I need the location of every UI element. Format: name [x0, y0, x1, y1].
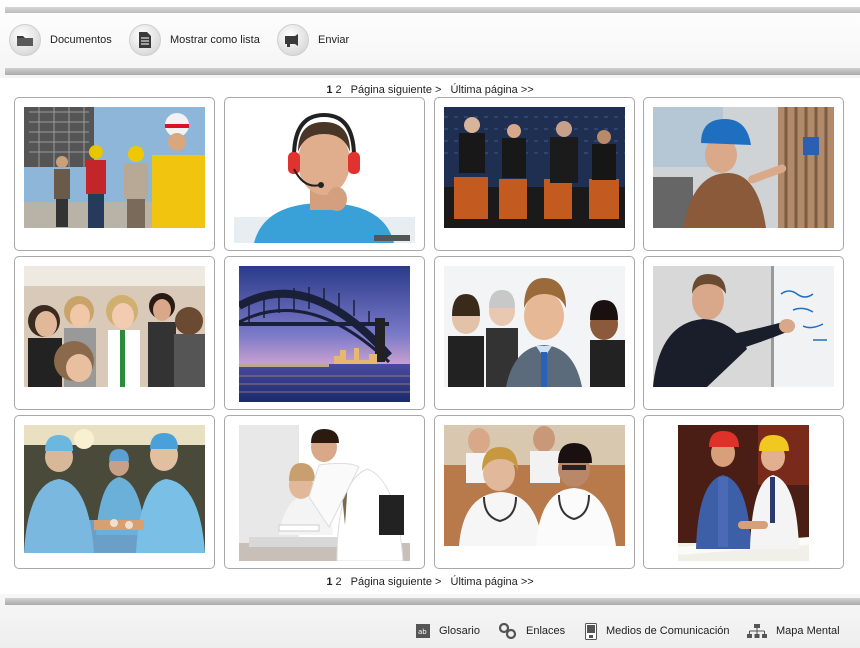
students-group-image: [24, 266, 205, 387]
show-as-list-label: Mostrar como lista: [170, 34, 260, 46]
thumbnail-card[interactable]: [14, 256, 215, 410]
thumbnail-card[interactable]: [643, 256, 844, 410]
media-link[interactable]: Medios de Comunicación: [585, 622, 730, 640]
construction-workers-image: [24, 107, 205, 228]
send-icon: [277, 24, 309, 56]
mindmap-label: Mapa Mental: [776, 625, 840, 637]
bottom-divider: [5, 598, 860, 605]
toolbar-bottom-divider: [5, 68, 860, 75]
hardhat-worker-image: [653, 107, 834, 228]
svg-text:ab: ab: [418, 628, 427, 636]
page-2-link[interactable]: 2: [335, 84, 341, 96]
thumbnail-card[interactable]: [643, 415, 844, 569]
page-2-link[interactable]: 2: [335, 576, 341, 588]
send-button[interactable]: Enviar: [277, 24, 349, 56]
mindmap-icon: [747, 624, 767, 638]
glossary-link[interactable]: ab Glosario: [416, 622, 480, 640]
business-team-image: [444, 266, 625, 387]
page-current: 1: [326, 576, 333, 588]
media-icon: [585, 622, 597, 640]
panel-speakers-image: [444, 107, 625, 228]
documents-button[interactable]: Documentos: [9, 24, 112, 56]
thumbnail-card[interactable]: [224, 415, 425, 569]
show-as-list-button[interactable]: Mostrar como lista: [129, 24, 260, 56]
glossary-label: Glosario: [439, 625, 480, 637]
thumbnail-card[interactable]: [224, 97, 425, 251]
thumbnail-card[interactable]: [434, 256, 635, 410]
headset-man-image: [234, 107, 415, 243]
thumbnail-card[interactable]: [434, 97, 635, 251]
bottom-toolbar: ab Glosario Enlaces Medios de Comunicaci…: [0, 594, 860, 648]
whiteboard-man-image: [653, 266, 834, 387]
thumbnail-card[interactable]: [14, 415, 215, 569]
last-page-link[interactable]: Última página >>: [451, 576, 534, 588]
last-page-link[interactable]: Última página >>: [451, 84, 534, 96]
next-page-link[interactable]: Página siguiente >: [351, 84, 442, 96]
surgeons-image: [24, 425, 205, 553]
top-toolbar: Documentos Mostrar como lista Enviar: [0, 0, 860, 78]
send-label: Enviar: [318, 34, 350, 46]
doctors-image: [444, 425, 625, 546]
thumbnail-card[interactable]: [434, 415, 635, 569]
document-list-icon: [129, 24, 161, 56]
page-current: 1: [326, 84, 333, 96]
toolbar-top-divider: [5, 7, 860, 13]
media-label: Medios de Comunicación: [606, 625, 730, 637]
links-icon: [499, 623, 517, 639]
thumbnail-card[interactable]: [224, 256, 425, 410]
next-page-link[interactable]: Página siguiente >: [351, 576, 442, 588]
office-help-image: [239, 425, 410, 561]
thumbnail-grid: [14, 97, 846, 571]
pagination-top: 12 Página siguiente > Última página >>: [0, 84, 860, 96]
harbour-bridge-image: [239, 266, 410, 402]
links-link[interactable]: Enlaces: [499, 622, 565, 640]
workers-plans-image: [678, 425, 809, 561]
thumbnail-card[interactable]: [14, 97, 215, 251]
pagination-bottom: 12 Página siguiente > Última página >>: [0, 576, 860, 588]
documents-label: Documentos: [50, 34, 112, 46]
mindmap-link[interactable]: Mapa Mental: [747, 622, 840, 640]
thumbnail-card[interactable]: [643, 97, 844, 251]
glossary-icon: ab: [416, 624, 430, 638]
folder-icon: [9, 24, 41, 56]
links-label: Enlaces: [526, 625, 566, 637]
